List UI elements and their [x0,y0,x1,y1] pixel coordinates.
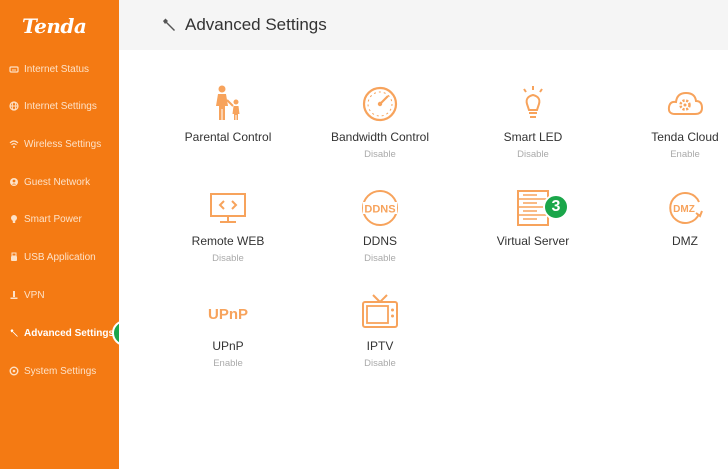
sidebar-item-label: Guest Network [24,176,91,188]
tile-status: Disable [364,149,396,160]
tile-status: Disable [517,149,549,160]
sidebar-item-label: Internet Settings [24,100,97,112]
tile-ddns[interactable]: DDNS DDNS Disable [305,188,455,278]
tile-status: Enable [670,149,700,160]
step-3-badge: 3 [543,194,569,220]
tv-icon [360,293,400,333]
tile-label: UPnP [212,339,244,353]
tile-label: Bandwidth Control [330,130,430,144]
tile-bandwidth-control[interactable]: Bandwidth Control Disable [305,84,455,174]
tile-label: DMZ [672,234,698,248]
wifi-icon [9,139,19,149]
tile-parental-control[interactable]: Parental Control [153,84,303,174]
sidebar-item-advanced-settings[interactable]: Advanced Settings [0,323,119,343]
sidebar-item-label: Internet Status [24,63,90,75]
advanced-settings-grid: Parental Control Bandwidth Control Disab… [119,50,728,469]
sidebar-item-guest-network[interactable]: Guest Network [0,172,119,192]
tenda-logo: Tenda [22,14,87,38]
ddns-icon: DDNS [360,188,400,228]
sidebar: Tenda Internet Status Internet Settings … [0,0,119,469]
led-bulb-icon [513,84,553,124]
tile-virtual-server[interactable]: Virtual Server [458,188,608,278]
tile-label: Smart LED [503,130,563,144]
dmz-icon: DMZ [665,188,705,228]
cloud-gear-icon [665,84,705,124]
tile-label: Parental Control [184,130,272,144]
tile-label: Tenda Cloud [651,130,719,144]
tile-status: Disable [212,253,244,264]
tile-smart-led[interactable]: Smart LED Disable [458,84,608,174]
monitor-code-icon [208,188,248,228]
tile-iptv[interactable]: IPTV Disable [305,293,455,383]
sidebar-item-label: VPN [24,289,45,301]
usb-icon [9,252,19,262]
sidebar-item-label: Advanced Settings [24,327,115,339]
guest-network-icon [9,177,19,187]
sidebar-item-label: USB Application [24,251,96,263]
tile-status: Enable [213,358,243,369]
bulb-icon [9,214,19,224]
gear-icon [9,366,19,376]
tile-tenda-cloud[interactable]: Tenda Cloud Enable [610,84,728,174]
page-header: Advanced Settings [119,0,728,50]
tile-label: Virtual Server [496,234,570,248]
vpn-icon [9,290,19,300]
tile-label: IPTV [366,339,394,353]
svg-text:UPnP: UPnP [208,306,248,323]
sidebar-item-internet-settings[interactable]: Internet Settings [0,96,119,116]
svg-text:DMZ: DMZ [673,204,695,215]
sidebar-item-label: System Settings [24,365,97,377]
svg-text:DDNS: DDNS [364,204,395,216]
upnp-icon: UPnP [208,293,248,333]
sidebar-item-system-settings[interactable]: System Settings [0,361,119,381]
sidebar-item-usb-application[interactable]: USB Application [0,247,119,267]
sidebar-item-label: Wireless Settings [24,138,102,150]
sidebar-item-smart-power[interactable]: Smart Power [0,209,119,229]
wrench-icon [161,17,177,33]
tile-status: Disable [364,358,396,369]
sidebar-item-wireless-settings[interactable]: Wireless Settings [0,134,119,154]
tile-upnp[interactable]: UPnP UPnP Enable [153,293,303,383]
sidebar-item-internet-status[interactable]: Internet Status [0,59,119,79]
tile-dmz[interactable]: DMZ DMZ [610,188,728,278]
wrench-icon [9,328,19,338]
internet-status-icon [9,64,19,74]
gauge-icon [360,84,400,124]
sidebar-item-vpn[interactable]: VPN [0,285,119,305]
page-title: Advanced Settings [185,15,327,34]
tile-remote-web[interactable]: Remote WEB Disable [153,188,303,278]
sidebar-item-label: Smart Power [24,213,82,225]
tile-label: DDNS [362,234,397,248]
globe-icon [9,101,19,111]
parent-child-icon [208,84,248,124]
tile-label: Remote WEB [191,234,265,248]
tile-status: Disable [364,253,396,264]
